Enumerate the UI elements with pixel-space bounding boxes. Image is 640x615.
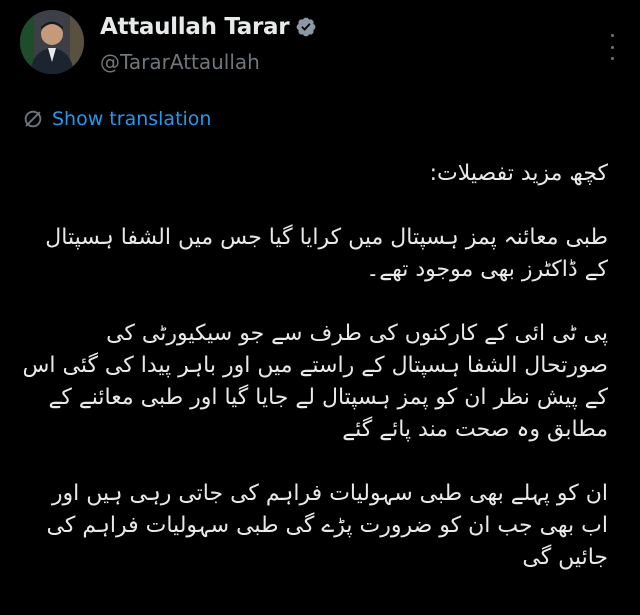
more-vertical-icon[interactable] [608, 34, 616, 60]
tweet-paragraph: ان کو پہلے بھی طبی سہولیات فراہم کی جاتی… [46, 481, 608, 570]
verified-badge-icon [295, 16, 317, 38]
tweet-text: کچھ مزید تفصیلات: طبی معائنہ پمز ہسپتال … [22, 158, 608, 574]
tweet-paragraph: طبی معائنہ پمز ہسپتال میں کرایا گیا جس م… [45, 225, 608, 282]
avatar-image [20, 10, 84, 74]
translate-globe-icon [22, 108, 44, 130]
avatar[interactable] [20, 10, 84, 74]
display-name[interactable]: Attaullah Tarar [100, 14, 290, 40]
tweet-header: Attaullah Tarar @TararAttaullah [20, 10, 620, 78]
show-translation-link[interactable]: Show translation [22, 108, 211, 130]
name-row: Attaullah Tarar [100, 14, 317, 40]
user-handle[interactable]: @TararAttaullah [100, 50, 260, 74]
tweet-paragraph: پی ٹی ائی کے کارکنوں کی طرف سے جو سیکیور… [22, 321, 608, 442]
tweet-paragraph: کچھ مزید تفصیلات: [429, 161, 608, 186]
show-translation-label: Show translation [52, 108, 212, 130]
